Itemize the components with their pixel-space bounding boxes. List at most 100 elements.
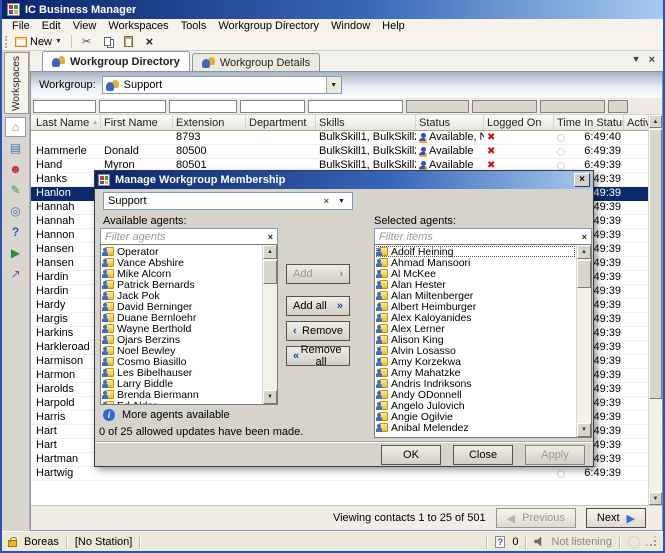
new-button[interactable]: New ▼: [12, 36, 65, 48]
resize-grip[interactable]: [647, 537, 657, 547]
scroll-up-icon[interactable]: ▲: [649, 115, 662, 128]
column-header[interactable]: Time In Status: [554, 115, 624, 130]
next-button[interactable]: Next ▶: [586, 508, 646, 528]
scroll-down-icon[interactable]: ▼: [577, 423, 591, 437]
list-item[interactable]: Brenda Biermann: [102, 389, 261, 400]
paste-icon[interactable]: [120, 34, 137, 49]
menu-item-view[interactable]: View: [67, 20, 103, 32]
table-row[interactable]: Hartwig6:49:39: [31, 467, 662, 481]
chevron-down-icon[interactable]: ▼: [335, 198, 348, 205]
column-header[interactable]: Extension: [173, 115, 246, 130]
list-item[interactable]: Cosmo Biasillo: [102, 356, 261, 367]
clear-filter-icon[interactable]: ×: [264, 232, 277, 242]
table-scrollbar[interactable]: ▲ ▼: [648, 115, 661, 505]
chart-icon[interactable]: ↗: [5, 264, 26, 284]
list-item[interactable]: Wayne Berthold: [102, 323, 261, 334]
table-row[interactable]: 8793BulkSkill1, BulkSkill2, Bul...Availa…: [31, 131, 662, 145]
workspaces-tab[interactable]: Workspaces: [4, 52, 29, 114]
list-item[interactable]: Andris Indriksons: [376, 378, 575, 389]
window-titlebar[interactable]: IC Business Manager: [2, 0, 663, 19]
copy-icon[interactable]: [99, 34, 116, 49]
column-header[interactable]: Skills: [316, 115, 416, 130]
edit-icon[interactable]: ✎: [5, 180, 26, 200]
status-orb-icon[interactable]: ▶: [5, 243, 26, 263]
clear-icon[interactable]: ×: [324, 196, 329, 206]
list-item[interactable]: Alex Lerner: [376, 323, 575, 334]
list-item[interactable]: Amy Mahatzke: [376, 367, 575, 378]
column-header[interactable]: First Name: [101, 115, 173, 130]
apply-button[interactable]: Apply: [525, 445, 585, 465]
menu-item-workgroup-directory[interactable]: Workgroup Directory: [212, 20, 325, 32]
list-item[interactable]: Ahmad Mansoori: [376, 257, 575, 268]
add-all-button[interactable]: Add all »: [286, 296, 350, 316]
column-header[interactable]: Status: [416, 115, 484, 130]
list-item[interactable]: Andy ODonnell: [376, 389, 575, 400]
column-header[interactable]: Activa: [624, 115, 649, 130]
close-button[interactable]: Close: [453, 445, 513, 465]
help-icon[interactable]: ?: [5, 222, 26, 242]
dialog-close-button[interactable]: ×: [574, 173, 590, 187]
cut-icon[interactable]: ✂: [78, 34, 95, 49]
report-icon[interactable]: ▤: [5, 138, 26, 158]
menu-item-edit[interactable]: Edit: [36, 20, 67, 32]
remove-button[interactable]: ‹ Remove: [286, 321, 350, 341]
scroll-thumb[interactable]: [263, 260, 277, 284]
table-row[interactable]: HammerleDonald80500BulkSkill1, BulkSkill…: [31, 145, 662, 159]
list-item[interactable]: Larry Biddle: [102, 378, 261, 389]
column-header[interactable]: Logged On: [484, 115, 554, 130]
column-filter-input[interactable]: [169, 100, 237, 113]
tab-workgroup-directory[interactable]: Workgroup Directory: [42, 51, 190, 71]
list-item[interactable]: Amy Korzekwa: [376, 356, 575, 367]
chevron-down-icon[interactable]: ▼: [326, 77, 341, 93]
list-item[interactable]: Duane Bernloehr: [102, 312, 261, 323]
list-item[interactable]: Alvin Losasso: [376, 345, 575, 356]
previous-button[interactable]: ◀ Previous: [496, 508, 576, 528]
scroll-down-icon[interactable]: ▼: [263, 390, 277, 404]
list-item[interactable]: Jack Pok: [102, 290, 261, 301]
list-item[interactable]: David Berninger: [102, 301, 261, 312]
scroll-down-icon[interactable]: ▼: [649, 492, 662, 505]
delete-icon[interactable]: ×: [141, 34, 158, 49]
remove-all-button[interactable]: « Remove all: [286, 346, 350, 366]
list-item[interactable]: Vance Abshire: [102, 257, 261, 268]
list-item[interactable]: Patrick Bernards: [102, 279, 261, 290]
dialog-titlebar[interactable]: Manage Workgroup Membership ×: [95, 171, 593, 189]
list-item[interactable]: Adolf Heining: [376, 246, 575, 257]
menu-item-window[interactable]: Window: [325, 20, 376, 32]
tab-workgroup-details[interactable]: Workgroup Details: [192, 53, 320, 71]
list-item[interactable]: Ed Alder: [102, 400, 261, 404]
column-filter-input[interactable]: [33, 100, 96, 113]
scroll-thumb[interactable]: [577, 260, 591, 288]
list-item[interactable]: Alan Miltenberger: [376, 290, 575, 301]
menu-item-tools[interactable]: Tools: [175, 20, 213, 32]
add-button[interactable]: Add ›: [286, 264, 350, 284]
available-agents-list[interactable]: OperatorVance AbshireMike AlcornPatrick …: [100, 244, 278, 405]
list-item[interactable]: Alan Hester: [376, 279, 575, 290]
search-icon[interactable]: ◎: [5, 201, 26, 221]
list-item[interactable]: Ojars Berzins: [102, 334, 261, 345]
person-icon[interactable]: ☻: [5, 159, 26, 179]
list-item[interactable]: Anibal Melendez: [376, 422, 575, 433]
workgroup-combo[interactable]: Support × ▼: [103, 192, 353, 210]
list-item[interactable]: Noel Bewley: [102, 345, 261, 356]
filter-agents-input[interactable]: [101, 231, 264, 243]
list-item[interactable]: Alex Kaloyanides: [376, 312, 575, 323]
toolbar-grip[interactable]: [5, 36, 8, 48]
list-item[interactable]: Angie Ogilvie: [376, 411, 575, 422]
column-filter-input[interactable]: [308, 100, 403, 113]
clear-filter-icon[interactable]: ×: [578, 232, 591, 242]
column-header[interactable]: Last Name▲: [33, 115, 101, 130]
home-icon[interactable]: ⌂: [5, 117, 26, 137]
selected-agents-list[interactable]: Adolf HeiningAhmad MansooriAl McKeeAlan …: [374, 244, 592, 438]
list-item[interactable]: Mike Alcorn: [102, 268, 261, 279]
list-item[interactable]: Operator: [102, 246, 261, 257]
menu-item-file[interactable]: File: [6, 20, 36, 32]
list-scrollbar[interactable]: ▲ ▼: [576, 245, 591, 437]
menu-item-workspaces[interactable]: Workspaces: [102, 20, 174, 32]
list-item[interactable]: Alison King: [376, 334, 575, 345]
chevron-down-icon[interactable]: ▼: [632, 54, 641, 66]
column-filter-input[interactable]: [240, 100, 305, 113]
workgroup-select[interactable]: Support ▼: [102, 76, 342, 94]
menu-item-help[interactable]: Help: [376, 20, 411, 32]
scroll-up-icon[interactable]: ▲: [577, 245, 591, 259]
